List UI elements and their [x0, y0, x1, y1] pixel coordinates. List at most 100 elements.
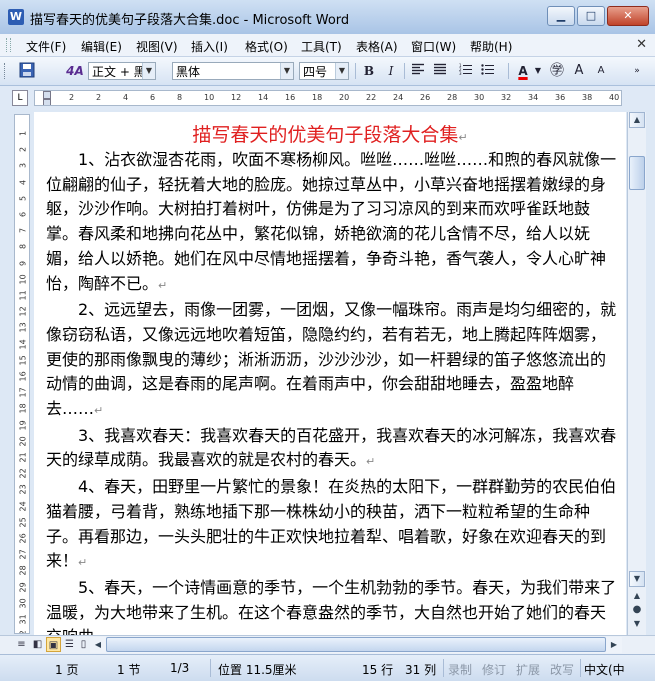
grow-font-icon[interactable]: A: [570, 62, 588, 80]
size-combo[interactable]: 四号 ▼: [299, 62, 349, 80]
ruler-number: 20: [339, 93, 350, 102]
scroll-down-icon[interactable]: ▼: [629, 571, 645, 587]
window-controls: ▁ □ ✕: [547, 6, 649, 26]
status-divider: [580, 659, 581, 677]
horizontal-scroll-track[interactable]: ◀ ▶: [90, 637, 622, 653]
minimize-button[interactable]: ▁: [547, 6, 575, 26]
status-page-of: 1/3: [170, 661, 190, 675]
left-indent-marker[interactable]: [43, 99, 51, 105]
paragraph-text: 5、春天，一个诗情画意的季节，一个生机勃勃的季节。春天，为我们带来了温暖，为大地…: [46, 577, 617, 635]
svg-text:3: 3: [459, 71, 462, 75]
paragraph-mark: ↵: [78, 556, 88, 570]
status-divider: [210, 659, 211, 677]
chevron-down-icon[interactable]: ▼: [335, 63, 348, 79]
status-page: 1 页: [55, 663, 79, 677]
toolbar-separator: [355, 63, 356, 79]
ruler-number: 32: [501, 93, 512, 102]
status-language[interactable]: 中文(中: [584, 661, 625, 678]
vertical-scrollbar[interactable]: ▲ ▼ ▲ ● ▼: [627, 112, 646, 635]
first-line-indent-marker[interactable]: [43, 91, 51, 99]
chevron-down-icon[interactable]: ▼: [142, 63, 155, 79]
numbered-list-icon[interactable]: 123: [457, 62, 475, 80]
menu-window[interactable]: 窗口(W): [411, 38, 456, 55]
window-title: 描写春天的优美句子段落大合集.doc - Microsoft Word: [30, 13, 350, 28]
menu-view[interactable]: 视图(V): [136, 38, 178, 55]
normal-view-icon[interactable]: ≡: [14, 637, 29, 652]
styles-icon[interactable]: 4A: [64, 62, 86, 80]
tab-selector[interactable]: L: [12, 90, 28, 106]
paragraph-text: 4、春天，田野里一片繁忙的景象！在炎热的太阳下，一群群勤劳的农民伯伯猫着腰，弓着…: [46, 477, 617, 571]
scroll-up-icon[interactable]: ▲: [629, 112, 645, 128]
bullet-list-icon[interactable]: [479, 62, 497, 80]
document-close-icon[interactable]: ✕: [636, 37, 647, 52]
document-page[interactable]: 描写春天的优美句子段落大合集↵ 1、沾衣欲湿杏花雨，吹面不寒杨柳风。咝咝……咝咝…: [34, 112, 626, 635]
vertical-ruler[interactable]: 1 2 3 4 5 6 7 8 9 10 11 12 13 14 15 16 17 18 19 20 21 22 23 24 2…: [14, 114, 30, 634]
ruler-number: 5: [18, 195, 28, 201]
font-combo[interactable]: 黑体 ▼: [172, 62, 294, 80]
menu-edit[interactable]: 编辑(E): [81, 38, 122, 55]
document-body[interactable]: 1、沾衣欲湿杏花雨，吹面不寒杨柳风。咝咝……咝咝……和煦的春风就像一位翩翩的仙子…: [46, 148, 620, 635]
font-color-icon[interactable]: A: [513, 62, 533, 80]
horizontal-ruler[interactable]: 2 2 4 6 8 10 12 14 16 18 20 22 24 26 28 30 32 34 36 38 40: [34, 90, 622, 106]
horizontal-scroll-thumb[interactable]: [106, 637, 606, 652]
menu-help[interactable]: 帮助(H): [470, 38, 512, 55]
toolbar-separator: [404, 63, 405, 79]
shrink-font-icon[interactable]: A: [592, 62, 610, 80]
justify-icon[interactable]: [431, 62, 449, 80]
paragraph: 2、远远望去，雨像一团雾，一团烟，又像一幅珠帘。雨声是均匀细密的，就像窃窃私语，…: [46, 298, 620, 424]
ruler-number: 4: [18, 179, 28, 185]
status-line: 15 行: [362, 663, 394, 677]
status-record[interactable]: 录制: [448, 661, 472, 678]
save-icon[interactable]: [12, 62, 42, 80]
ruler-number: 6: [18, 211, 28, 218]
ruler-number: 2: [18, 147, 28, 153]
status-track-changes[interactable]: 修订: [482, 661, 506, 678]
ruler-number: 13: [18, 322, 28, 333]
menu-grip[interactable]: [6, 38, 11, 52]
menu-tools[interactable]: 工具(T): [301, 38, 342, 55]
ruler-number: 22: [366, 93, 377, 102]
print-layout-icon[interactable]: ▣: [46, 637, 61, 652]
web-layout-icon[interactable]: ◧: [30, 637, 45, 652]
ruler-number: 17: [18, 387, 28, 398]
toolbar-options-icon[interactable]: »: [628, 62, 646, 80]
menu-insert[interactable]: 插入(I): [191, 38, 228, 55]
ruler-number: 26: [420, 93, 431, 102]
ruler-number: 10: [18, 274, 28, 285]
paragraph-text: 1、沾衣欲湿杏花雨，吹面不寒杨柳风。咝咝……咝咝……和煦的春风就像一位翩翩的仙子…: [46, 150, 617, 293]
ruler-number: 30: [474, 93, 485, 102]
status-overtype[interactable]: 改写: [550, 661, 574, 678]
ruler-number: 34: [528, 93, 539, 102]
size-combo-value: 四号: [303, 65, 328, 79]
chevron-down-icon[interactable]: ▼: [280, 63, 293, 79]
maximize-button[interactable]: □: [577, 6, 605, 26]
ruler-number: 18: [312, 93, 323, 102]
scroll-left-icon[interactable]: ◀: [90, 637, 106, 653]
align-left-icon[interactable]: [409, 62, 427, 80]
scroll-right-icon[interactable]: ▶: [606, 637, 622, 653]
vertical-scroll-thumb[interactable]: [629, 156, 645, 190]
menu-file[interactable]: 文件(F): [26, 38, 66, 55]
menu-bar: 文件(F) 编辑(E) 视图(V) 插入(I) 格式(O) 工具(T) 表格(A…: [0, 34, 655, 57]
ruler-number: 24: [393, 93, 404, 102]
next-page-icon[interactable]: ▼: [629, 617, 645, 633]
toolbar-grip[interactable]: [4, 63, 8, 79]
document-title: 描写春天的优美句子段落大合集↵: [34, 120, 626, 147]
menu-table[interactable]: 表格(A): [356, 38, 398, 55]
status-extend[interactable]: 扩展: [516, 661, 540, 678]
bold-button[interactable]: B: [360, 62, 378, 80]
italic-button[interactable]: I: [382, 62, 400, 80]
outline-view-icon[interactable]: ☰: [62, 637, 77, 652]
paragraph-mark: ↵: [458, 131, 468, 144]
ruler-number: 10: [204, 93, 215, 102]
style-combo[interactable]: 正文 + 黑体 ▼: [88, 62, 156, 80]
menu-format[interactable]: 格式(O): [245, 38, 288, 55]
status-divider: [443, 659, 444, 677]
reading-layout-icon[interactable]: ▯: [76, 637, 91, 652]
word-app-icon[interactable]: W: [8, 9, 24, 25]
close-button[interactable]: ✕: [607, 6, 649, 26]
ruler-number: 6: [150, 93, 156, 102]
chevron-down-icon[interactable]: ▼: [533, 62, 543, 80]
ruler-number: 32: [19, 631, 28, 634]
character-border-icon[interactable]: ㊫: [548, 62, 566, 80]
